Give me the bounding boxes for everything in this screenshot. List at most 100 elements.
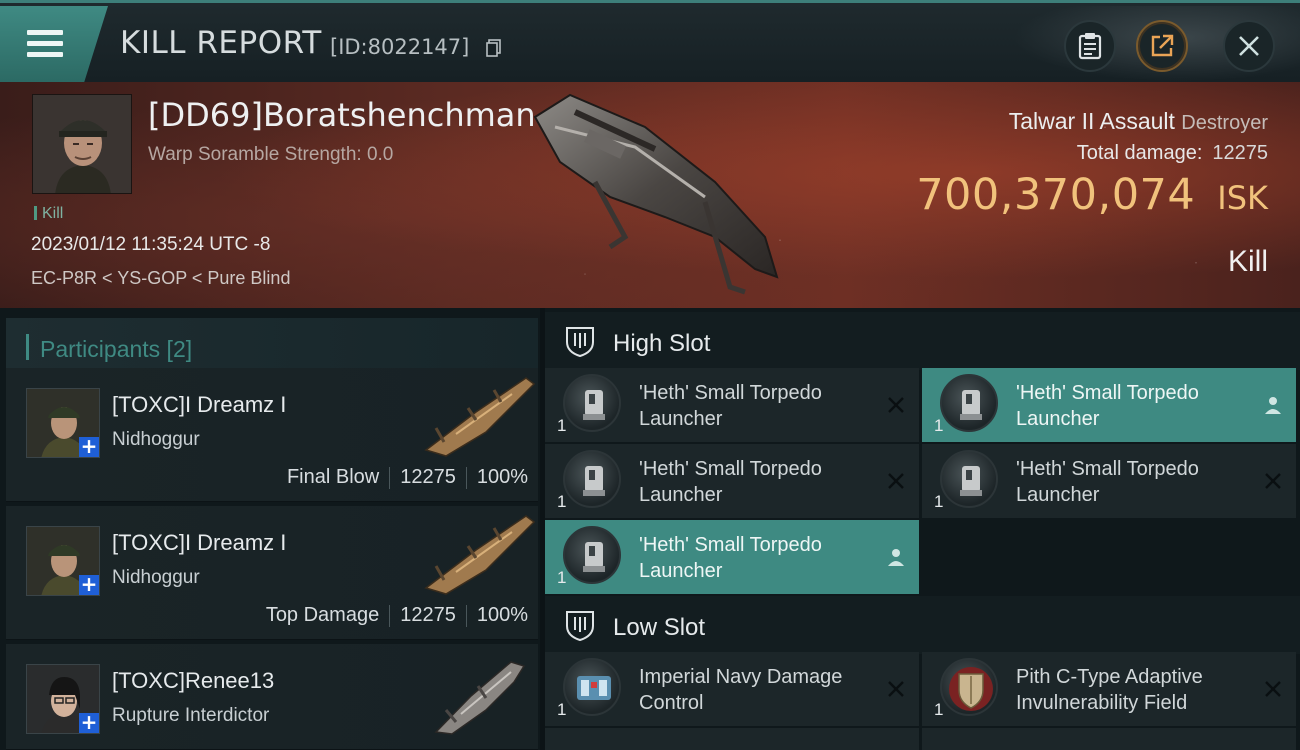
victim-name[interactable]: [DD69]Boratshenchman — [148, 96, 536, 134]
participant-card[interactable]: + [TOXC]I Dreamz I Nidhoggur Final Blow … — [6, 368, 538, 502]
module-quantity: 1 — [557, 492, 567, 511]
high-slot-icon — [566, 327, 594, 358]
invulnerability-field-icon — [940, 658, 998, 716]
module-item[interactable] — [545, 728, 919, 750]
participant-stats: Top Damage 12275 100% — [266, 604, 528, 627]
participants-title: Participants [2] — [40, 336, 193, 362]
participant-percent: 100% — [476, 466, 528, 488]
participant-ship-image[interactable] — [416, 648, 540, 736]
menu-button[interactable] — [0, 6, 108, 82]
module-item[interactable]: 1 'Heth' Small Torpedo Launcher — [922, 368, 1296, 442]
total-damage-value: 12275 — [1212, 142, 1268, 164]
module-item[interactable] — [922, 728, 1296, 750]
title-bar: KILL REPORT [ID:8022147] — [0, 0, 1300, 85]
warp-scramble-strength: Warp Soramble Strength: 0.0 — [148, 144, 394, 165]
participant-name[interactable]: [TOXC]I Dreamz I — [112, 392, 286, 418]
avatar[interactable]: + — [26, 388, 100, 458]
kill-tag: Kill — [34, 205, 63, 223]
torpedo-launcher-icon — [940, 450, 998, 508]
module-name: 'Heth' Small Torpedo Launcher — [639, 458, 822, 506]
module-quantity: 1 — [557, 700, 567, 719]
avatar[interactable]: + — [26, 664, 100, 734]
kill-result-label: Kill — [1227, 245, 1268, 278]
victim-portrait[interactable] — [32, 94, 132, 194]
total-damage: Total damage: 12275 — [1076, 142, 1268, 164]
destroyed-icon — [1265, 681, 1281, 697]
copy-icon[interactable] — [486, 39, 502, 57]
torpedo-launcher-icon — [563, 374, 621, 432]
ship-name: Talwar II Assault — [1008, 108, 1175, 134]
participant-card[interactable]: + [TOXC]I Dreamz I Nidhoggur Top Damage … — [6, 506, 538, 640]
hamburger-menu-icon — [27, 30, 63, 58]
participant-ship-image[interactable] — [416, 510, 540, 598]
module-quantity: 1 — [934, 416, 944, 435]
participant-percent: 100% — [476, 604, 528, 626]
pilot-avatar — [33, 95, 131, 193]
participant-ship-image[interactable] — [416, 372, 540, 460]
torpedo-launcher-icon — [563, 450, 621, 508]
high-slot-header: High Slot — [545, 312, 1300, 370]
isk-unit: ISK — [1217, 179, 1268, 217]
participant-damage: 12275 — [400, 466, 456, 488]
module-item[interactable]: 1 Imperial Navy Damage Control — [545, 652, 919, 726]
destroyed-icon — [1265, 473, 1281, 489]
participants-header: Participants [2] — [6, 318, 538, 374]
torpedo-launcher-icon — [940, 374, 998, 432]
add-contact-icon[interactable]: + — [79, 574, 99, 595]
participant-damage: 12275 — [400, 604, 456, 626]
fitting-panel: High Slot 1 'Heth' Small Torpedo Launche… — [545, 308, 1300, 750]
module-name: Imperial Navy Damage Control — [639, 666, 843, 714]
participant-ship: Rupture Interdictor — [112, 705, 270, 726]
add-contact-icon[interactable]: + — [79, 712, 99, 733]
destroyed-icon — [888, 397, 904, 413]
module-quantity: 1 — [557, 416, 567, 435]
destroyed-icon — [888, 473, 904, 489]
share-icon — [1151, 34, 1174, 57]
clipboard-icon — [1078, 33, 1102, 60]
module-item[interactable]: 1 'Heth' Small Torpedo Launcher — [922, 444, 1296, 518]
add-contact-icon[interactable]: + — [79, 436, 99, 457]
module-item[interactable]: 1 'Heth' Small Torpedo Launcher — [545, 368, 919, 442]
close-icon — [1239, 36, 1259, 56]
dropped-person-icon — [888, 549, 904, 566]
victim-ship-type[interactable]: Talwar II Assault Destroyer — [1009, 108, 1268, 135]
module-item[interactable]: 1 Pith C-Type Adaptive Invulnerability F… — [922, 652, 1296, 726]
avatar[interactable]: + — [26, 526, 100, 596]
participant-name[interactable]: [TOXC]I Dreamz I — [112, 530, 286, 556]
kill-location[interactable]: EC-P8R < YS-GOP < Pure Blind — [31, 268, 290, 289]
kill-datetime: 2023/01/12 11:35:24 UTC -8 — [31, 234, 271, 255]
module-name: 'Heth' Small Torpedo Launcher — [639, 382, 822, 430]
participants-panel: Participants [2] + [TOXC]I Dreamz I Nidh… — [0, 308, 540, 750]
low-slot-icon — [566, 611, 594, 642]
low-slot-header: Low Slot — [545, 596, 1300, 654]
participant-card[interactable]: + [TOXC]Renee13 Rupture Interdictor — [6, 644, 538, 750]
isk-value: 700,370,074 — [916, 170, 1196, 220]
module-name: 'Heth' Small Torpedo Launcher — [1016, 382, 1199, 430]
page-title: KILL REPORT — [120, 25, 322, 61]
clipboard-button[interactable] — [1064, 20, 1116, 72]
damage-control-icon — [563, 658, 621, 716]
high-slot-label: High Slot — [613, 330, 711, 357]
module-item[interactable]: 1 'Heth' Small Torpedo Launcher — [545, 520, 919, 594]
victim-banner: [DD69]Boratshenchman Warp Soramble Stren… — [0, 82, 1300, 308]
close-button[interactable] — [1223, 20, 1275, 72]
share-button[interactable] — [1136, 20, 1188, 72]
module-quantity: 1 — [934, 492, 944, 511]
victim-ship-image[interactable] — [515, 87, 795, 297]
low-slot-label: Low Slot — [613, 614, 706, 641]
isk-value-row: 700,370,074 ISK — [916, 170, 1268, 220]
module-item[interactable]: 1 'Heth' Small Torpedo Launcher — [545, 444, 919, 518]
module-quantity: 1 — [934, 700, 944, 719]
participant-name[interactable]: [TOXC]Renee13 — [112, 668, 274, 694]
module-name: Pith C-Type Adaptive Invulnerability Fie… — [1016, 666, 1203, 714]
participant-role: Top Damage — [265, 604, 380, 626]
module-name: 'Heth' Small Torpedo Launcher — [1016, 458, 1199, 506]
ship-class: Destroyer — [1181, 112, 1268, 134]
participant-ship: Nidhoggur — [112, 429, 200, 450]
participant-ship: Nidhoggur — [112, 567, 200, 588]
module-quantity: 1 — [557, 568, 567, 587]
destroyed-icon — [888, 681, 904, 697]
module-name: 'Heth' Small Torpedo Launcher — [639, 534, 822, 582]
report-id: [ID:8022147] — [330, 35, 470, 59]
torpedo-launcher-icon — [563, 526, 621, 584]
